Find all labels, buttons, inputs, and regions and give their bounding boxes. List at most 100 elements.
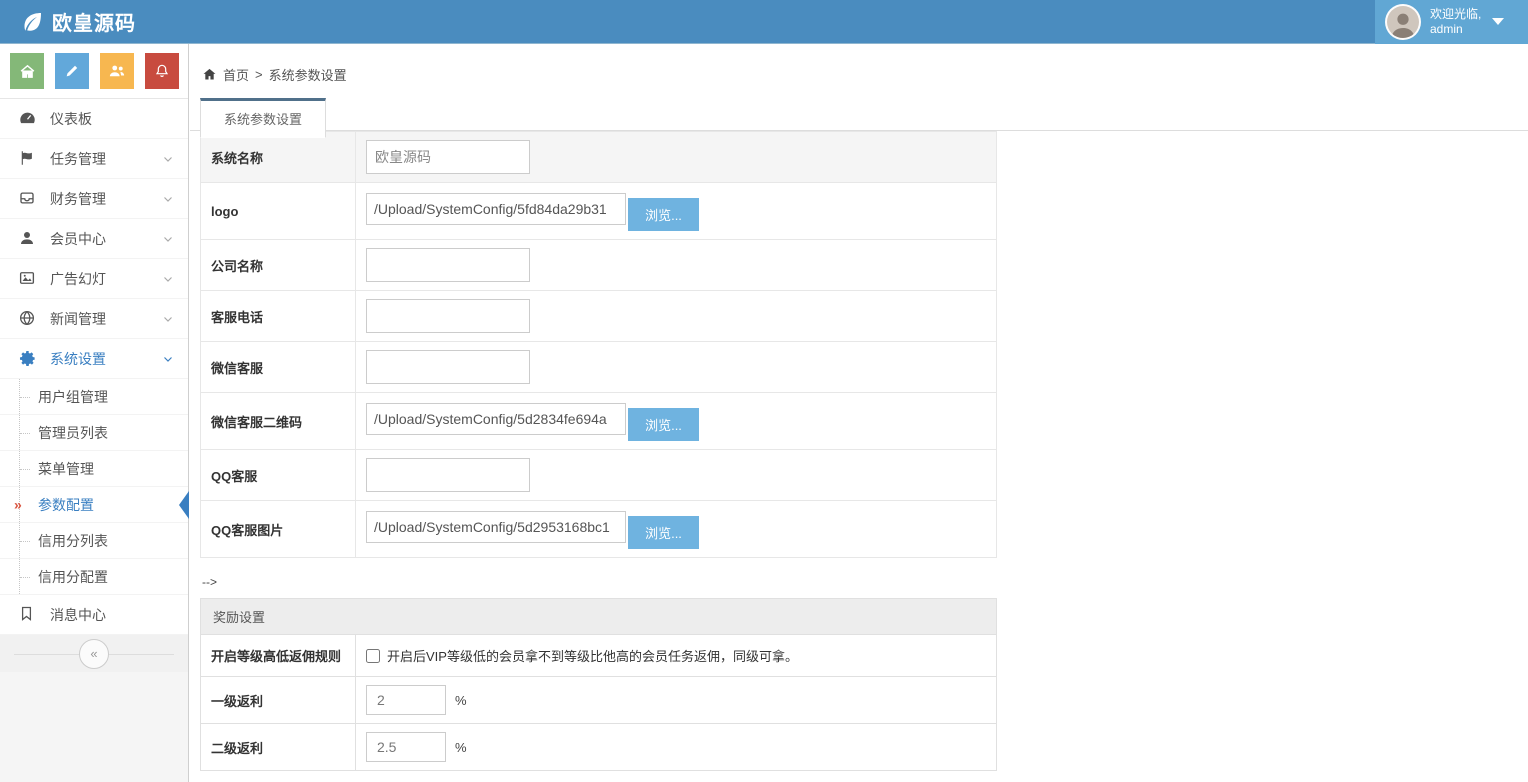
rebate-rule-checkbox[interactable]: [366, 649, 380, 663]
sidebar-subitem-label: 参数配置: [38, 495, 94, 515]
top-header: 欧皇源码 欢迎光临, admin: [0, 0, 1528, 44]
browse-button[interactable]: 浏览...: [628, 516, 699, 549]
collapse-sidebar-button[interactable]: «: [79, 639, 109, 669]
sidebar-item-finance[interactable]: 财务管理: [0, 179, 188, 219]
sidebar-subitem-label: 信用分配置: [38, 567, 108, 587]
pencil-icon[interactable]: [55, 53, 89, 89]
chevron-down-icon: [162, 353, 174, 365]
avatar[interactable]: [1385, 4, 1421, 40]
table-row: 二级返利 %: [201, 724, 997, 771]
sidebar-item-members[interactable]: 会员中心: [0, 219, 188, 259]
reward-settings-table: 奖励设置 开启等级高低返佣规则 开启后VIP等级低的会员拿不到等级比他高的会员任…: [200, 598, 997, 771]
user-dropdown[interactable]: 欢迎光临, admin: [1375, 0, 1528, 44]
table-row: 微信客服二维码 浏览...: [201, 393, 997, 450]
section-title: 奖励设置: [201, 599, 997, 635]
active-marker-icon: »: [14, 496, 22, 512]
leaf-icon: [20, 10, 44, 34]
field-label: 微信客服: [201, 342, 356, 393]
table-row: 一级返利 %: [201, 677, 997, 724]
sidebar-item-label: 系统设置: [50, 349, 106, 369]
users-icon[interactable]: [100, 53, 134, 89]
image-icon: [18, 269, 37, 288]
sidebar-subitem-parameter-config[interactable]: » 参数配置: [0, 487, 188, 523]
wechat-service-input[interactable]: [366, 350, 530, 384]
sidebar-item-system-settings[interactable]: 系统设置: [0, 339, 188, 379]
main-content: 首页 > 系统参数设置 系统参数设置 系统名称 logo 浏览... 公司名称 …: [190, 44, 1528, 782]
qq-image-path-input[interactable]: [366, 511, 626, 543]
system-name-input[interactable]: [366, 140, 530, 174]
sidebar-item-label: 消息中心: [50, 605, 106, 625]
chevron-down-icon: [162, 233, 174, 245]
sidebar-item-label: 新闻管理: [50, 309, 106, 329]
chevron-down-icon: [162, 193, 174, 205]
sidebar-item-news[interactable]: 新闻管理: [0, 299, 188, 339]
field-label: 二级返利: [201, 724, 356, 771]
sidebar-subitem-label: 管理员列表: [38, 423, 108, 443]
rebate-rule-text: 开启后VIP等级低的会员拿不到等级比他高的会员任务返佣，同级可拿。: [387, 646, 798, 665]
qq-service-input[interactable]: [366, 458, 530, 492]
table-row: logo 浏览...: [201, 183, 997, 240]
comment-text: -->: [202, 575, 1528, 589]
service-phone-input[interactable]: [366, 299, 530, 333]
bell-icon[interactable]: [145, 53, 179, 89]
sidebar: 仪表板 任务管理 财务管理 会员中心 广告幻灯: [0, 44, 189, 782]
sidebar-subitem-credit-list[interactable]: 信用分列表: [0, 523, 188, 559]
sidebar-footer-area: [0, 672, 188, 782]
company-name-input[interactable]: [366, 248, 530, 282]
brand-title: 欧皇源码: [52, 7, 136, 36]
gauge-icon: [18, 109, 37, 128]
breadcrumb-current: 系统参数设置: [269, 65, 347, 84]
rebate-rule-checkbox-label: 开启后VIP等级低的会员拿不到等级比他高的会员任务返佣，同级可拿。: [366, 646, 986, 665]
sidebar-subitem-admin-list[interactable]: 管理员列表: [0, 415, 188, 451]
table-row: QQ客服: [201, 450, 997, 501]
globe-icon: [18, 309, 37, 328]
sidebar-subitem-menu-management[interactable]: 菜单管理: [0, 451, 188, 487]
sidebar-item-dashboard[interactable]: 仪表板: [0, 99, 188, 139]
field-label: 开启等级高低返佣规则: [201, 635, 356, 677]
breadcrumb-separator: >: [255, 67, 263, 82]
chevron-down-icon: [1492, 18, 1504, 25]
chevron-down-icon: [162, 313, 174, 325]
field-label: 客服电话: [201, 291, 356, 342]
chevron-down-icon: [162, 153, 174, 165]
sidebar-subitem-label: 菜单管理: [38, 459, 94, 479]
field-label: 公司名称: [201, 240, 356, 291]
table-row: 微信客服: [201, 342, 997, 393]
gear-icon: [18, 349, 37, 368]
field-label: QQ客服图片: [201, 501, 356, 558]
field-label: 一级返利: [201, 677, 356, 724]
tab-strip: 系统参数设置: [190, 97, 1528, 131]
browse-button[interactable]: 浏览...: [628, 198, 699, 231]
active-arrow-icon: [179, 491, 189, 519]
sidebar-subitem-credit-config[interactable]: 信用分配置: [0, 559, 188, 595]
section-header-row: 奖励设置: [201, 599, 997, 635]
field-label: logo: [201, 183, 356, 240]
home-icon: [202, 67, 217, 82]
level1-rebate-input[interactable]: [366, 685, 446, 715]
user-icon: [18, 229, 37, 248]
browse-button[interactable]: 浏览...: [628, 408, 699, 441]
sidebar-item-tasks[interactable]: 任务管理: [0, 139, 188, 179]
percent-suffix: %: [455, 693, 467, 708]
sidebar-item-label: 财务管理: [50, 189, 106, 209]
logo-path-input[interactable]: [366, 193, 626, 225]
sidebar-item-message-center[interactable]: 消息中心: [0, 595, 188, 635]
sidebar-item-label: 任务管理: [50, 149, 106, 169]
system-config-table: 系统名称 logo 浏览... 公司名称 客服电话 微信客服 微信客服二维码: [200, 131, 997, 558]
breadcrumb-home-link[interactable]: 首页: [223, 65, 249, 84]
level2-rebate-input[interactable]: [366, 732, 446, 762]
sidebar-item-banners[interactable]: 广告幻灯: [0, 259, 188, 299]
bookmark-icon: [18, 605, 37, 624]
flag-icon: [18, 149, 37, 168]
brand: 欧皇源码: [0, 7, 136, 36]
welcome-text: 欢迎光临, admin: [1430, 7, 1481, 37]
sidebar-subitem-user-groups[interactable]: 用户组管理: [0, 379, 188, 415]
wechat-qrcode-path-input[interactable]: [366, 403, 626, 435]
home-icon[interactable]: [10, 53, 44, 89]
table-row: 系统名称: [201, 132, 997, 183]
table-row: 公司名称: [201, 240, 997, 291]
tab-system-parameters[interactable]: 系统参数设置: [200, 98, 326, 138]
field-label: 系统名称: [201, 132, 356, 183]
percent-suffix: %: [455, 740, 467, 755]
table-row: QQ客服图片 浏览...: [201, 501, 997, 558]
